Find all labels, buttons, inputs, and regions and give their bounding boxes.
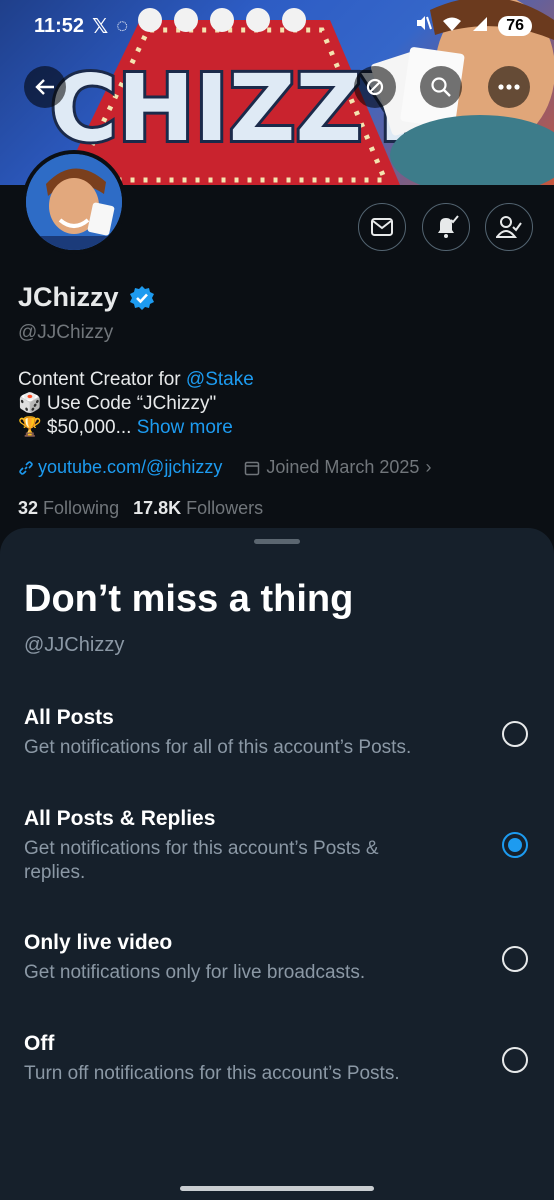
- option-title: Only live video: [24, 931, 173, 954]
- calendar-icon: [245, 461, 260, 475]
- wifi-icon: [442, 15, 462, 38]
- option-title: Off: [24, 1032, 55, 1055]
- radio-all-posts-replies[interactable]: [502, 832, 528, 858]
- display-name: JChizzy: [18, 282, 155, 313]
- status-time: 11:52: [34, 14, 85, 37]
- sheet-title: Don’t miss a thing: [24, 578, 354, 620]
- signal-icon: [472, 15, 488, 38]
- following-link[interactable]: 32 Following: [18, 498, 119, 519]
- chevron-right-icon: ›: [425, 457, 432, 477]
- bio-line-3: 🏆 $50,000...: [18, 417, 132, 438]
- option-title: All Posts & Replies: [24, 807, 216, 830]
- option-only-live-video[interactable]: Only live video Get notifications only f…: [0, 931, 554, 1011]
- option-description: Get notifications for this account’s Pos…: [24, 838, 379, 883]
- website-link[interactable]: youtube.com/@jjchizzy: [38, 457, 222, 478]
- back-arrow-icon[interactable]: [24, 66, 66, 108]
- follow-icon: [496, 216, 522, 238]
- joined-date[interactable]: Joined March 2025 ›: [244, 457, 431, 478]
- verified-badge-icon[interactable]: [129, 285, 155, 311]
- mute-icon: [414, 14, 433, 38]
- home-indicator[interactable]: [180, 1186, 374, 1191]
- x-logo-icon: 𝕏: [92, 15, 109, 38]
- more-icon[interactable]: [488, 66, 530, 108]
- radio-all-posts[interactable]: [502, 721, 528, 747]
- profile-meta: youtube.com/@jjchizzy Joined March 2025 …: [18, 457, 431, 478]
- follow-stats: 32 Following 17.8K Followers: [18, 498, 263, 519]
- avatar[interactable]: [22, 150, 126, 254]
- joined-text: Joined March 2025: [266, 457, 420, 477]
- bio-line-2: 🎲 Use Code “JChizzy": [18, 393, 217, 414]
- option-all-posts[interactable]: All Posts Get notifications for all of t…: [0, 706, 554, 786]
- radio-off[interactable]: [502, 1047, 528, 1073]
- option-all-posts-replies[interactable]: All Posts & Replies Get notifications fo…: [0, 807, 554, 887]
- status-bar: 11:52 𝕏 ◌ 76: [0, 0, 554, 52]
- radio-only-live-video[interactable]: [502, 946, 528, 972]
- profile-handle: @JJChizzy: [18, 322, 114, 343]
- notifications-icon: [438, 215, 459, 238]
- display-name-text: JChizzy: [18, 282, 119, 312]
- sheet-grabber[interactable]: [254, 539, 300, 544]
- bio-text: Content Creator for: [18, 369, 186, 390]
- profile-bio: Content Creator for @Stake 🎲 Use Code “J…: [18, 368, 254, 440]
- sheet-handle: @JJChizzy: [24, 634, 125, 656]
- notifications-button[interactable]: [422, 203, 470, 251]
- notification-settings-sheet: Don’t miss a thing @JJChizzy All Posts G…: [0, 528, 554, 1200]
- option-description: Get notifications only for live broadcas…: [24, 962, 366, 983]
- option-description: Turn off notifications for this account’…: [24, 1063, 400, 1084]
- link-icon: [19, 460, 33, 475]
- message-button[interactable]: [358, 203, 406, 251]
- message-icon: [371, 218, 393, 236]
- search-icon[interactable]: [420, 66, 462, 108]
- option-off[interactable]: Off Turn off notifications for this acco…: [0, 1032, 554, 1112]
- refresh-icon[interactable]: [354, 66, 396, 108]
- show-more-link[interactable]: Show more: [137, 417, 233, 438]
- option-description: Get notifications for all of this accoun…: [24, 737, 412, 758]
- followers-link[interactable]: 17.8K Followers: [133, 498, 263, 519]
- bio-mention-link[interactable]: @Stake: [186, 369, 254, 390]
- battery-indicator: 76: [498, 16, 532, 36]
- whatsapp-icon: ◌: [116, 14, 129, 37]
- follow-button[interactable]: [485, 203, 533, 251]
- option-title: All Posts: [24, 706, 114, 729]
